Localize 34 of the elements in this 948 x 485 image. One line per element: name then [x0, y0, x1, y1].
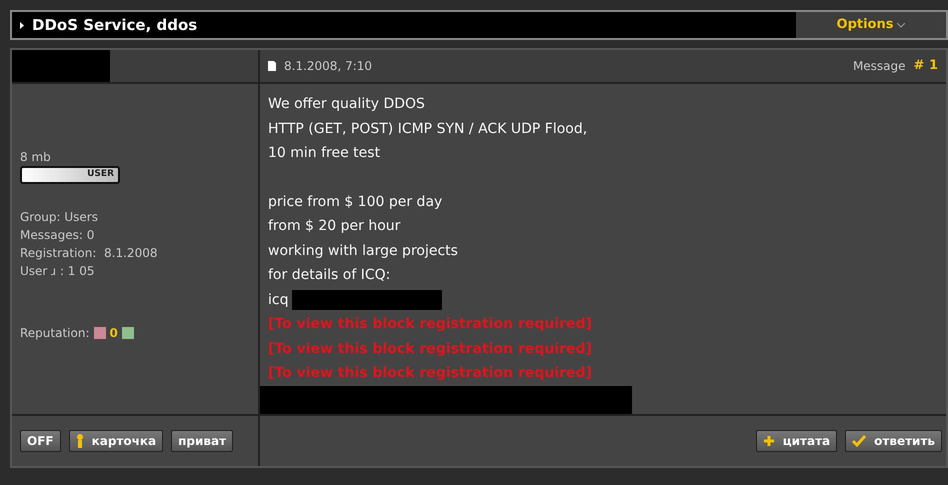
- user-info-line: User ɹ : 1 05: [20, 263, 96, 280]
- footer-button[interactable]: карточка: [68, 430, 164, 452]
- hidden-content-notice: [To view this block registration required]: [268, 364, 593, 383]
- thread-title: DDoS Service, ddos: [32, 14, 198, 36]
- document-icon: [268, 61, 276, 71]
- options-button[interactable]: Options: [796, 12, 946, 38]
- user-info-line: Group: Users: [20, 209, 99, 226]
- message-number-link[interactable]: # 1: [914, 56, 938, 76]
- reputation-value: 0: [110, 325, 118, 342]
- hidden-content-notice: [To view this block registration required]: [268, 340, 593, 358]
- post-text-line: 10 min free test: [268, 144, 382, 163]
- message-label: Message: [852, 58, 906, 75]
- post-text-line: working with large projects: [268, 242, 459, 260]
- footer-button[interactable]: OFF: [20, 430, 61, 452]
- user-info-line: Registration: 8.1.2008: [20, 245, 158, 262]
- chevron-down-icon: [897, 22, 906, 28]
- check-icon: [852, 435, 866, 447]
- user-info-line: Messages: 0: [20, 227, 96, 244]
- file-size: 8 mb: [20, 149, 52, 166]
- post-text-line: price from $ 100 per day: [268, 192, 444, 212]
- post-text-line: for details of ICQ:: [268, 266, 392, 285]
- rank-bar: USER: [20, 166, 120, 184]
- post-text-line: We offer quality DDOS: [268, 95, 426, 114]
- footer-button[interactable]: ответить: [845, 430, 942, 452]
- icq-label: icq: [268, 290, 288, 310]
- triangle-icon: [20, 22, 24, 28]
- post-date: 8.1.2008, 7:10: [284, 58, 372, 75]
- post-text-line: HTTP (GET, POST) ICMP SYN / ACK UDP Flood,: [268, 120, 588, 138]
- person-icon: [76, 434, 84, 448]
- footer-button[interactable]: приват: [171, 430, 234, 452]
- footer-button[interactable]: цитата: [756, 430, 838, 452]
- hidden-content-notice: [To view this block registration required]: [268, 315, 593, 334]
- reputation-label: Reputation:: [20, 325, 90, 342]
- post-text-line: from $ 20 per hour: [268, 217, 402, 236]
